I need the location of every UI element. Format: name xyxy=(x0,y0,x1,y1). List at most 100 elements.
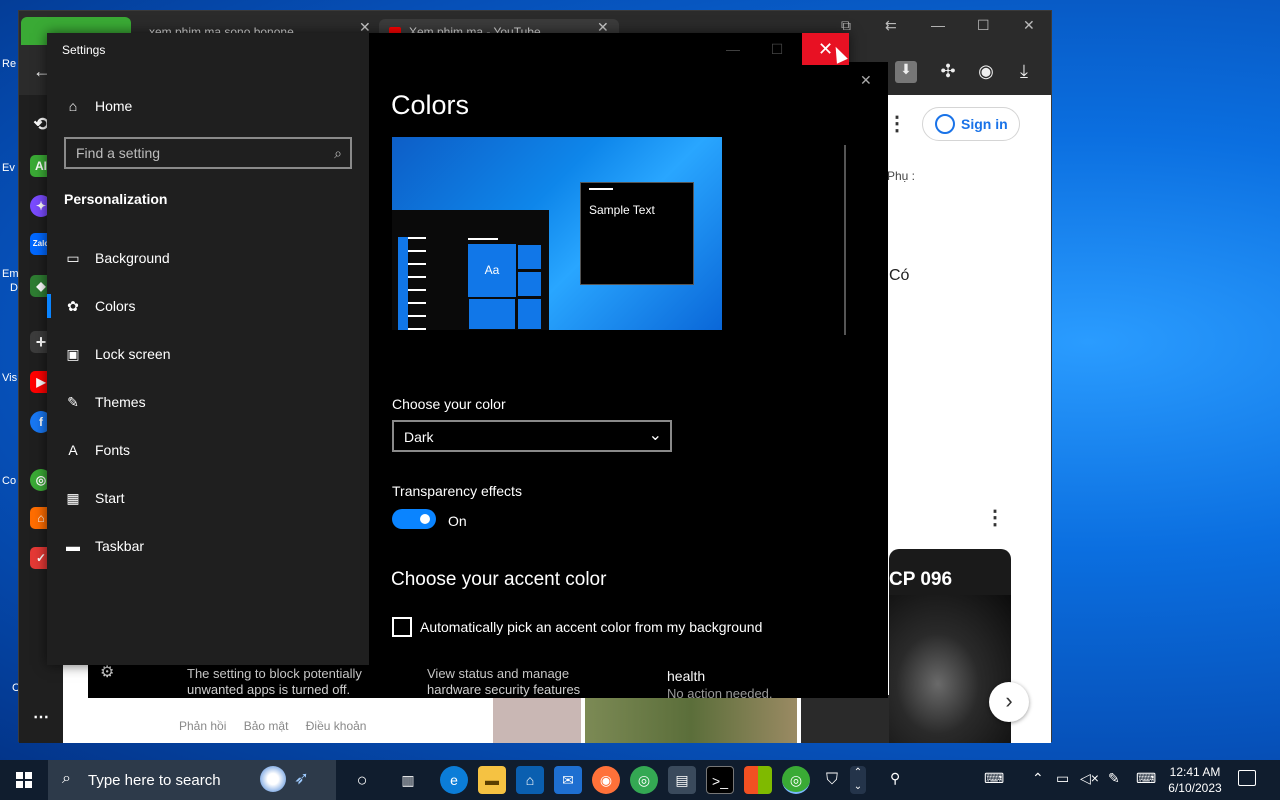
nav-home[interactable]: ⌂ Home xyxy=(47,86,369,126)
extensions-icon[interactable]: ✣ xyxy=(937,61,959,83)
close-window-icon[interactable]: ✕ xyxy=(1023,17,1035,34)
people-icon[interactable]: ⚲ xyxy=(890,770,900,787)
shield-icon[interactable]: ⛉ xyxy=(818,766,846,794)
page-title: Colors xyxy=(391,90,470,120)
font-icon: A xyxy=(68,442,78,458)
search-icon[interactable]: ⌕ xyxy=(334,145,342,162)
more-options-icon[interactable]: ⋮ xyxy=(887,111,907,136)
home-icon: ⌂ xyxy=(68,98,78,114)
video-title: CP 096 xyxy=(889,569,953,590)
taskbar: ⌕ Type here to search ➶ ○ ▥ e ▬ ⌂ ✉ ◉ ◎ … xyxy=(0,760,1280,800)
coccoc-icon[interactable]: ◎ xyxy=(782,766,810,794)
notification-icon[interactable] xyxy=(1238,770,1256,786)
color-preview: Aa Sample Text xyxy=(392,137,722,330)
toggle-state: On xyxy=(448,513,467,529)
edge-icon[interactable]: e xyxy=(440,766,468,794)
file-explorer-icon[interactable]: ▬ xyxy=(478,766,506,794)
chrome-icon[interactable]: ◎ xyxy=(630,766,658,794)
downloads-icon[interactable]: ⤓ xyxy=(1013,61,1035,83)
time: 12:41 AM xyxy=(1169,765,1221,779)
security-item-text[interactable]: The setting to block potentially unwante… xyxy=(187,666,387,698)
auto-accent-label[interactable]: Automatically pick an accent color from … xyxy=(420,619,762,635)
preview-tile xyxy=(517,271,542,297)
footer-link[interactable]: Điều khoản xyxy=(306,719,367,733)
palette-icon: ✿ xyxy=(67,298,79,314)
security-window-edge: ✕ xyxy=(848,62,888,662)
security-item-status: No action needed. xyxy=(667,686,773,701)
scrollbar[interactable] xyxy=(844,145,846,335)
desktop-icon-label: Re xyxy=(2,58,17,70)
colors-page: Colors Aa Sample Text Choose your color … xyxy=(369,33,849,665)
security-item-title[interactable]: health xyxy=(667,668,705,684)
thumbnail[interactable] xyxy=(801,695,889,743)
accent-heading: Choose your accent color xyxy=(391,569,607,590)
taskbar-search[interactable]: ⌕ Type here to search ➶ xyxy=(48,760,336,800)
choose-color-dropdown[interactable]: Dark ⌄ xyxy=(392,420,672,452)
auto-accent-checkbox[interactable] xyxy=(392,617,412,637)
scroll-arrows-icon[interactable]: ⌃ ⌄ xyxy=(850,766,866,794)
task-view-icon[interactable]: ▥ xyxy=(394,766,422,794)
pen-icon[interactable]: ✎ xyxy=(1108,770,1120,787)
transparency-label: Transparency effects xyxy=(392,483,522,499)
settings-sidebar: Settings ⌂ Home ⌕ Personalization ▭ Back… xyxy=(47,33,369,665)
touch-keyboard-icon[interactable]: ⌨ xyxy=(1136,770,1156,787)
gear-icon[interactable]: ⚙ xyxy=(100,662,114,682)
more-options-icon[interactable]: ⋮ xyxy=(985,505,1005,530)
taskbar-search-placeholder: Type here to search xyxy=(88,772,221,789)
desktop-icon-label: Ev xyxy=(2,162,15,174)
account-icon xyxy=(935,114,955,134)
office-icon[interactable] xyxy=(744,766,772,794)
date: 6/10/2023 xyxy=(1168,781,1222,795)
nav-item-fonts[interactable]: A Fonts xyxy=(47,430,369,470)
clock[interactable]: 12:41 AM 6/10/2023 xyxy=(1165,764,1225,796)
sign-in-button[interactable]: Sign in xyxy=(922,107,1020,141)
terminal-icon[interactable]: >_ xyxy=(706,766,734,794)
nav-item-start[interactable]: ▦ Start xyxy=(47,478,369,518)
security-item-text[interactable]: View status and manage hardware security… xyxy=(427,666,597,698)
start-icon: ▦ xyxy=(66,490,80,506)
footer-link[interactable]: Phản hồi xyxy=(179,719,226,733)
close-icon[interactable]: ✕ xyxy=(860,72,872,89)
keyboard-layout-icon[interactable]: ⌨ xyxy=(984,770,1004,787)
download-icon[interactable]: ⬇ xyxy=(895,61,917,83)
screenshot-icon[interactable]: ⧉ xyxy=(841,17,851,34)
network-icon[interactable]: ▭ xyxy=(1056,770,1069,787)
more-icon[interactable]: ⋯ xyxy=(30,707,52,729)
choose-color-label: Choose your color xyxy=(392,396,506,412)
maximize-icon[interactable]: ☐ xyxy=(977,17,990,34)
profile-icon[interactable]: ◉ xyxy=(975,61,997,83)
volume-muted-icon[interactable]: ◁× xyxy=(1080,770,1099,787)
nav-item-colors[interactable]: ✿ Colors xyxy=(47,286,369,326)
dropdown-value: Dark xyxy=(404,429,434,445)
nav-item-taskbar[interactable]: ▬ Taskbar xyxy=(47,526,369,566)
desktop-icon-label: Co xyxy=(2,475,17,487)
mail-icon[interactable]: ✉ xyxy=(554,766,582,794)
transparency-toggle[interactable] xyxy=(392,509,436,529)
app-icon[interactable]: ▤ xyxy=(668,766,696,794)
security-strip: The setting to block potentially unwante… xyxy=(88,662,888,701)
nav-item-background[interactable]: ▭ Background xyxy=(47,238,369,278)
store-icon[interactable]: ⌂ xyxy=(516,766,544,794)
desktop-icon-label: Vis xyxy=(2,372,18,384)
thumbnail[interactable] xyxy=(493,695,581,743)
lock-screen-icon: ▣ xyxy=(66,346,80,362)
preview-window: Sample Text xyxy=(580,182,694,285)
cortana-icon[interactable]: ○ xyxy=(348,766,376,794)
soccer-ball-icon xyxy=(260,766,286,792)
back-arrow-icon[interactable]: ⇇ xyxy=(885,17,897,34)
next-arrow-button[interactable]: › xyxy=(989,682,1029,722)
start-button[interactable] xyxy=(0,760,48,800)
preview-sample-text: Sample Text xyxy=(589,203,655,217)
chevron-up-icon[interactable]: ⌃ xyxy=(1032,770,1044,787)
search-input[interactable] xyxy=(66,139,350,167)
nav-item-lock-screen[interactable]: ▣ Lock screen xyxy=(47,334,369,374)
find-setting-search[interactable]: ⌕ xyxy=(64,137,352,169)
firefox-icon[interactable]: ◉ xyxy=(592,766,620,794)
nav-item-themes[interactable]: ✎ Themes xyxy=(47,382,369,422)
search-icon: ⌕ xyxy=(62,770,71,787)
thumbnail[interactable] xyxy=(585,695,797,743)
footer-link[interactable]: Bảo mật xyxy=(244,719,289,733)
windows-logo-icon xyxy=(16,772,32,788)
minimize-icon[interactable]: — xyxy=(931,17,945,33)
preview-list-lines xyxy=(398,237,428,330)
